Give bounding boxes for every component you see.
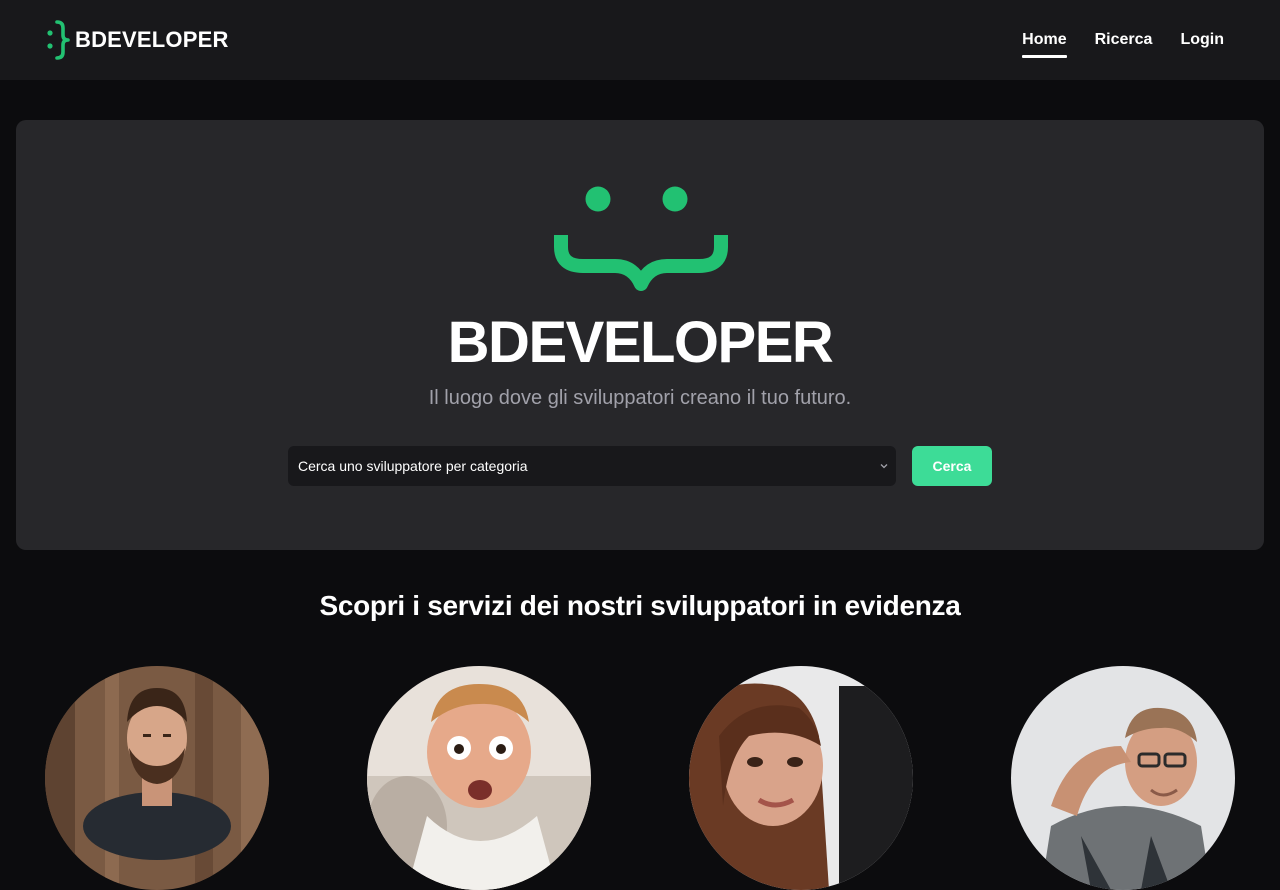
brand-name: BDEVELOPER (75, 27, 229, 52)
developer-avatar (45, 666, 269, 890)
featured-section-title: Scopri i servizi dei nostri sviluppatori… (319, 590, 961, 621)
category-select-value: Cerca uno sviluppatore per categoria (298, 458, 528, 474)
hero-section: BDEVELOPER Il luogo dove gli sviluppator… (16, 120, 1264, 550)
smiley-brace-logo-icon (554, 186, 728, 291)
chevron-down-icon (880, 464, 888, 469)
brand-logo-link[interactable]: BDEVELOPER (46, 20, 229, 60)
hero-subtitle: Il luogo dove gli sviluppatori creano il… (428, 387, 852, 409)
nav-link-home[interactable]: Home (1022, 27, 1068, 58)
nav-link-login[interactable]: Login (1180, 27, 1224, 53)
search-form: Cerca uno sviluppatore per categoria Cer… (288, 446, 992, 486)
developer-avatar (689, 666, 913, 890)
developer-card[interactable] (367, 666, 591, 890)
main-nav: Home Ricerca Login (1022, 27, 1224, 58)
hero-title: BDEVELOPER (447, 310, 834, 375)
search-button[interactable]: Cerca (912, 446, 992, 486)
category-select[interactable]: Cerca uno sviluppatore per categoria (288, 446, 896, 486)
nav-link-ricerca[interactable]: Ricerca (1095, 27, 1153, 53)
developer-card[interactable] (1011, 666, 1235, 890)
developer-card[interactable] (45, 666, 269, 890)
navbar: BDEVELOPER Home Ricerca Login (0, 0, 1280, 80)
developer-avatar (1011, 666, 1235, 890)
brand-logo-icon (47, 20, 70, 60)
developer-avatar (367, 666, 591, 890)
developer-card[interactable] (689, 666, 913, 890)
